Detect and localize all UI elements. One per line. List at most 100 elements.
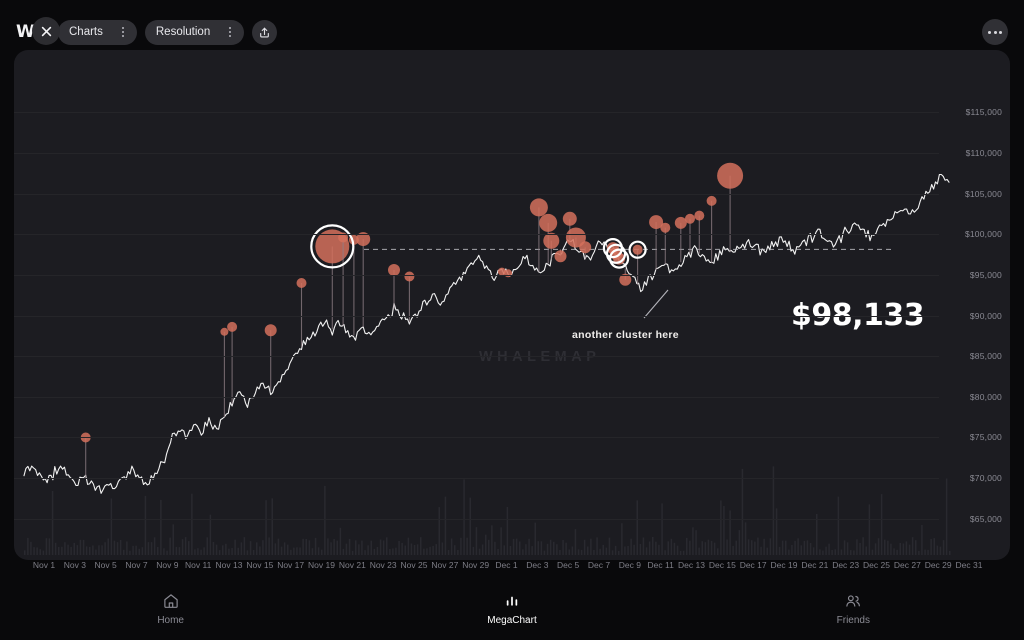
x-axis-label: Dec 17	[739, 560, 767, 570]
whale-bubble[interactable]	[264, 324, 277, 337]
y-axis-label: $110,000	[965, 147, 1002, 158]
whale-bubble[interactable]	[539, 213, 558, 232]
nav-item-label: Friends	[836, 615, 870, 626]
whale-bubble[interactable]	[220, 327, 229, 336]
whale-bubble[interactable]	[579, 241, 592, 254]
home-icon	[161, 592, 181, 610]
gridline	[14, 315, 939, 317]
x-axis-label: Dec 29	[924, 560, 952, 570]
x-axis: Nov 1 Nov 3 Nov 5 Nov 7 Nov 9 Nov 11 Nov 13 Nov…	[0, 560, 1024, 578]
resolution-dropdown[interactable]: Resolution	[144, 19, 245, 45]
gridline	[14, 112, 939, 114]
x-axis-label: Nov 5	[94, 560, 117, 570]
y-axis-label: $75,000	[969, 432, 1002, 443]
x-axis-label: Dec 1	[495, 560, 518, 570]
dots-vertical-icon[interactable]	[220, 22, 240, 42]
whale-bubble[interactable]	[717, 162, 744, 189]
app-root: W Charts Resolution WHALEMAP $98,133 ano…	[0, 0, 1024, 640]
y-axis-label: $65,000	[969, 513, 1002, 524]
gridline	[14, 437, 939, 439]
whale-bubble[interactable]	[632, 244, 643, 255]
whale-bubble[interactable]	[296, 278, 307, 288]
gridline	[14, 274, 939, 276]
x-axis-label: Nov 3	[63, 560, 86, 570]
more-horizontal-icon[interactable]	[982, 19, 1008, 45]
nav-item-megachart[interactable]: MegaChart	[341, 578, 682, 640]
x-axis-label: Nov 27	[431, 560, 459, 570]
whale-bubble[interactable]	[554, 250, 567, 263]
x-axis-label: Dec 15	[708, 560, 736, 570]
bottom-navigation: Home MegaChart Friends	[0, 578, 1024, 640]
x-axis-label: Nov 23	[369, 560, 397, 570]
x-axis-label: Nov 19	[308, 560, 335, 570]
y-axis-label: $105,000	[964, 188, 1002, 199]
charts-dropdown-label: Charts	[69, 26, 103, 38]
x-axis-label: Dec 3	[526, 560, 549, 570]
whale-bubble[interactable]	[504, 269, 513, 278]
volume-bars	[24, 466, 951, 555]
x-axis-label: Nov 9	[156, 560, 179, 570]
x-axis-label: Nov 7	[125, 560, 148, 570]
resolution-dropdown-label: Resolution	[155, 26, 211, 38]
y-axis-label: $95,000	[969, 269, 1002, 280]
whale-bubble[interactable]	[706, 195, 717, 206]
whale-bubble[interactable]	[529, 198, 548, 217]
cluster-annotation-label: another cluster here	[572, 329, 679, 341]
close-icon[interactable]	[32, 17, 60, 45]
x-axis-label: Dec 5	[557, 560, 580, 570]
y-axis-label: $115,000	[965, 107, 1002, 118]
nav-item-label: MegaChart	[487, 615, 537, 626]
nav-item-label: Home	[157, 615, 184, 626]
dots-vertical-icon[interactable]	[113, 22, 133, 42]
x-axis-label: Nov 17	[277, 560, 305, 570]
x-axis-label: Nov 11	[185, 560, 212, 570]
x-axis-label: Dec 21	[801, 560, 829, 570]
whale-bubble[interactable]	[660, 222, 671, 233]
y-axis-label: $80,000	[969, 391, 1002, 402]
gridline	[14, 193, 939, 195]
nav-item-home[interactable]: Home	[0, 578, 341, 640]
x-axis-label: Dec 7	[587, 560, 611, 570]
gridline	[14, 152, 939, 154]
whale-bubble[interactable]	[562, 211, 577, 226]
gridline	[14, 478, 939, 480]
whale-bubble[interactable]	[674, 216, 687, 229]
gridline	[14, 518, 939, 520]
y-axis-label: $85,000	[969, 351, 1002, 362]
x-axis-label: Nov 21	[338, 560, 366, 570]
gridline	[14, 396, 939, 398]
whale-bubble[interactable]	[694, 210, 705, 221]
charts-dropdown[interactable]: Charts	[58, 19, 137, 45]
x-axis-label: Dec 31	[955, 560, 983, 570]
x-axis-label: Dec 11	[647, 560, 674, 570]
gridline	[14, 234, 939, 236]
x-axis-label: Dec 9	[618, 560, 641, 570]
x-axis-label: Nov 25	[400, 560, 428, 570]
highlight-rings	[310, 224, 647, 269]
x-axis-label: Nov 15	[246, 560, 274, 570]
y-axis-label: $70,000	[969, 473, 1002, 484]
chart-panel: WHALEMAP $98,133 another cluster here $1…	[14, 50, 1010, 560]
nav-item-friends[interactable]: Friends	[683, 578, 1024, 640]
x-axis-label: Dec 27	[893, 560, 921, 570]
x-axis-label: Dec 19	[770, 560, 798, 570]
x-axis-label: Dec 25	[863, 560, 890, 570]
x-axis-label: Dec 13	[678, 560, 705, 570]
price-line	[23, 173, 950, 494]
x-axis-label: Nov 13	[215, 560, 243, 570]
whale-bubble[interactable]	[404, 271, 415, 282]
whale-bubble[interactable]	[227, 321, 238, 332]
whale-bubble[interactable]	[685, 213, 695, 224]
whale-bubbles[interactable]	[80, 162, 744, 479]
x-axis-label: Dec 23	[832, 560, 860, 570]
y-axis-label: $100,000	[964, 229, 1002, 240]
top-toolbar: W Charts Resolution	[0, 0, 1024, 64]
annotation-leader-line	[643, 289, 669, 319]
bar-chart-icon	[502, 592, 522, 610]
y-axis-label: $90,000	[969, 310, 1002, 321]
share-upload-icon[interactable]	[252, 19, 278, 45]
app-logo: W	[16, 17, 60, 47]
users-icon	[843, 592, 863, 610]
gridline	[14, 356, 939, 358]
x-axis-label: Nov 29	[462, 560, 490, 570]
